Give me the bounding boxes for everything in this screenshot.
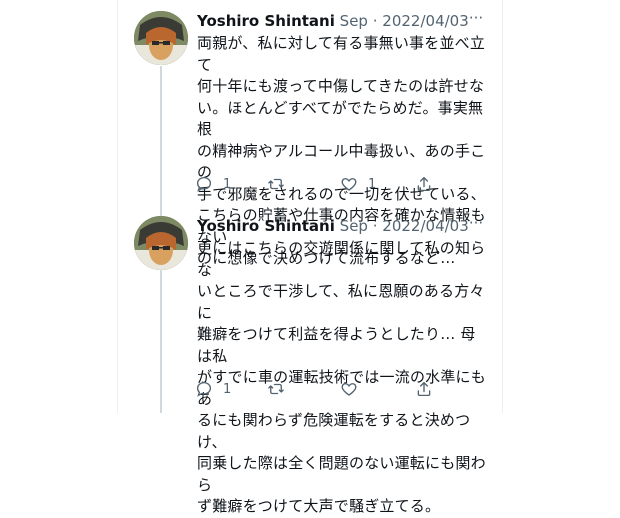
tweet-text-line: 難癖をつけて利益を得ようとしたり… 母は私 — [197, 325, 476, 365]
retweet-button[interactable] — [267, 377, 295, 401]
share-button[interactable] — [415, 377, 433, 401]
retweet-icon — [268, 178, 284, 190]
more-options-icon[interactable]: ··· — [465, 215, 487, 235]
tweet-text-line: い。ほとんどすべてがでたらめだ。事実無根 — [197, 98, 484, 139]
author-handle[interactable]: Sep — [340, 12, 368, 30]
like-button[interactable] — [340, 377, 368, 401]
heart-icon — [341, 178, 357, 191]
tweet-text-line: るにも関わらず危険運転をすると決めつけ、 — [197, 411, 471, 451]
heart-icon — [341, 383, 357, 396]
reply-icon — [196, 176, 212, 192]
avatar-image — [134, 216, 188, 270]
tweet-text-line: 何十年にも渡って中傷してきたのは許せな — [197, 77, 485, 95]
separator-dot: · — [372, 217, 378, 235]
more-options-icon[interactable]: ··· — [465, 10, 487, 30]
share-icon — [417, 381, 431, 397]
share-button[interactable] — [415, 172, 433, 196]
reply-count: 1 — [223, 176, 232, 192]
tweet-actions: 1 — [195, 377, 445, 401]
tweet-actions: 1 1 — [195, 172, 445, 196]
tweet-header: Yoshiro Shintani Sep · 2022/04/03 — [197, 216, 469, 236]
author-name[interactable]: Yoshiro Shintani — [197, 217, 335, 235]
reply-icon — [196, 381, 212, 397]
author-name[interactable]: Yoshiro Shintani — [197, 12, 335, 30]
reply-button[interactable]: 1 — [195, 377, 231, 401]
like-button[interactable]: 1 — [340, 172, 376, 196]
like-count: 1 — [368, 176, 377, 192]
tweet-date[interactable]: 2022/04/03 — [382, 12, 468, 30]
author-handle[interactable]: Sep — [340, 217, 368, 235]
share-icon — [417, 176, 431, 192]
avatar[interactable] — [134, 11, 188, 65]
tweet-text-line: 更にはこちらの交遊関係に関して私の知らな — [197, 239, 486, 279]
tweet-text-line: 同乗した際は全く問題のない運転にも関わら — [197, 454, 486, 494]
reply-count: 1 — [223, 381, 232, 397]
avatar-image — [134, 11, 188, 65]
tweet-text-line: 両親が、私に対して有る事無い事を並べ立て — [197, 34, 486, 74]
tweet-date[interactable]: 2022/04/03 — [382, 217, 468, 235]
reply-button[interactable]: 1 — [195, 172, 231, 196]
avatar[interactable] — [134, 216, 188, 270]
retweet-button[interactable] — [267, 172, 295, 196]
separator-dot: · — [372, 12, 378, 30]
tweet-header: Yoshiro Shintani Sep · 2022/04/03 — [197, 11, 469, 31]
tweet-text-line: ず難癖をつけて大声で騒ぎ立てる。 — [197, 497, 441, 515]
retweet-icon — [268, 383, 284, 395]
tweet-text-line: いところで干渉して、私に恩願のある方々に — [197, 282, 485, 322]
